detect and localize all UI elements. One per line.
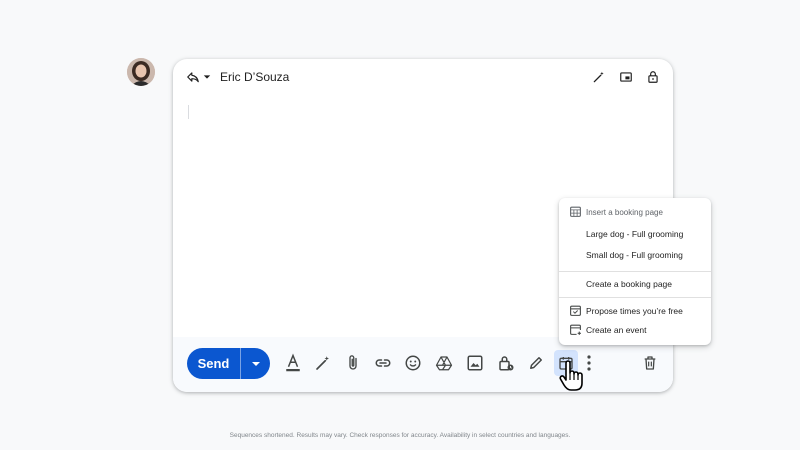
confidential-mode-icon[interactable] bbox=[495, 352, 517, 374]
menu-header-label: Insert a booking page bbox=[586, 207, 663, 217]
drive-icon[interactable] bbox=[433, 352, 455, 374]
menu-divider bbox=[559, 297, 711, 298]
menu-item-propose-times[interactable]: Propose times you’re free bbox=[559, 301, 711, 321]
calendar-add-icon bbox=[570, 324, 581, 335]
signature-pen-icon[interactable] bbox=[525, 352, 547, 374]
text-caret bbox=[188, 105, 189, 119]
menu-divider bbox=[559, 271, 711, 272]
emoji-icon[interactable] bbox=[402, 352, 424, 374]
menu-item-booking-page[interactable]: Small dog - Full grooming bbox=[559, 245, 711, 265]
avatar bbox=[127, 58, 155, 86]
link-icon[interactable] bbox=[372, 352, 394, 374]
pop-out-icon[interactable] bbox=[618, 69, 634, 85]
magic-wand-icon[interactable] bbox=[591, 69, 607, 85]
footer-disclaimer: Sequences shortened. Results may vary. C… bbox=[229, 432, 571, 439]
menu-item-create-booking-page[interactable]: Create a booking page bbox=[559, 274, 711, 294]
send-button[interactable]: Send bbox=[187, 348, 270, 379]
recipient-name[interactable]: Eric D’Souza bbox=[220, 70, 289, 84]
calendar-check-icon bbox=[570, 305, 581, 316]
menu-item-label[interactable]: Propose times you’re free bbox=[586, 306, 683, 316]
compose-header: Eric D’Souza bbox=[173, 59, 673, 95]
chevron-down-icon[interactable] bbox=[202, 71, 212, 83]
menu-header: Insert a booking page bbox=[559, 202, 711, 222]
send-button-label[interactable]: Send bbox=[187, 348, 241, 379]
formatting-icon[interactable] bbox=[282, 352, 304, 374]
reply-icon[interactable] bbox=[185, 69, 201, 85]
help-me-write-icon[interactable] bbox=[312, 352, 334, 374]
menu-item-label[interactable]: Small dog - Full grooming bbox=[586, 250, 683, 260]
lock-icon[interactable] bbox=[645, 69, 661, 85]
calendar-grid-icon bbox=[570, 206, 581, 217]
menu-item-label[interactable]: Create a booking page bbox=[586, 279, 672, 289]
insert-photo-icon[interactable] bbox=[464, 352, 486, 374]
chevron-down-icon bbox=[251, 361, 260, 366]
booking-menu: Insert a booking page Large dog - Full g… bbox=[559, 198, 711, 345]
menu-item-booking-page[interactable]: Large dog - Full grooming bbox=[559, 224, 711, 244]
hand-pointer-cursor-icon bbox=[559, 360, 585, 392]
discard-trash-icon[interactable] bbox=[639, 352, 661, 374]
menu-item-create-event[interactable]: Create an event bbox=[559, 320, 711, 340]
attach-icon[interactable] bbox=[342, 352, 364, 374]
menu-item-label[interactable]: Create an event bbox=[586, 325, 646, 335]
menu-item-label[interactable]: Large dog - Full grooming bbox=[586, 229, 683, 239]
